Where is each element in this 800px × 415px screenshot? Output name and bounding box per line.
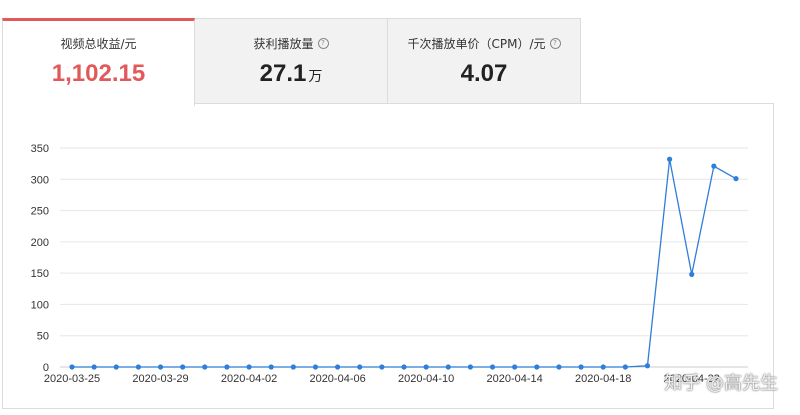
x-tick-label: 2020-04-18 [575, 373, 631, 385]
data-point [290, 364, 296, 370]
tab-value-number: 4.07 [460, 60, 508, 87]
tab-value: 27.1 万 [195, 60, 387, 88]
data-point [512, 364, 518, 370]
data-point [689, 271, 695, 277]
tab-cpm[interactable]: 千次播放单价（CPM）/元 ? 4.07 [387, 18, 581, 104]
y-tick-label: 200 [31, 237, 49, 249]
tab-label: 获利播放量 [253, 37, 314, 51]
data-point [667, 156, 673, 162]
data-point [489, 364, 496, 370]
tab-monetized-views[interactable]: 获利播放量 ? 27.1 万 [194, 18, 388, 104]
data-point [246, 364, 252, 370]
question-icon[interactable]: ? [549, 38, 561, 49]
data-point [379, 364, 385, 370]
data-point [180, 364, 186, 370]
data-point [401, 364, 407, 370]
data-point [578, 364, 584, 370]
data-point [600, 364, 606, 370]
data-point [445, 364, 451, 370]
data-point [224, 364, 230, 370]
tab-value: 4.07 [388, 60, 580, 88]
data-point [733, 176, 739, 182]
x-tick-label: 2020-03-29 [132, 373, 188, 385]
y-tick-label: 250 [31, 206, 49, 218]
x-tick-label: 2020-04-10 [398, 373, 454, 385]
x-tick-label: 2020-04-06 [309, 373, 365, 385]
y-tick-label: 350 [31, 143, 49, 155]
data-point [335, 364, 341, 370]
tab-value: 1,102.15 [3, 60, 194, 88]
data-point [268, 364, 274, 370]
question-icon[interactable]: ? [317, 38, 329, 49]
data-point [312, 364, 319, 370]
data-point [157, 364, 164, 370]
tab-value-number: 1,102.15 [51, 60, 146, 87]
tab-value-number: 27.1 [259, 60, 307, 87]
data-point [556, 364, 562, 370]
x-tick-label: 2020-04-14 [487, 373, 543, 385]
tab-total-revenue[interactable]: 视频总收益/元 1,102.15 [2, 18, 195, 106]
tab-label: 视频总收益/元 [60, 37, 137, 51]
x-tick-label: 2020-03-25 [44, 373, 100, 385]
tab-label-wrap: 视频总收益/元 [3, 35, 194, 52]
data-point [135, 364, 141, 370]
y-tick-label: 150 [31, 268, 49, 280]
x-tick-label: 2020-04-02 [221, 373, 277, 385]
tab-value-unit: 万 [308, 68, 323, 84]
data-point [113, 364, 119, 370]
data-point [357, 364, 363, 370]
data-point [423, 364, 429, 370]
tab-label-wrap: 获利播放量 ? [195, 35, 387, 52]
y-tick-label: 300 [31, 174, 49, 186]
data-point [622, 364, 628, 370]
data-point [534, 364, 540, 370]
data-point [467, 364, 473, 370]
data-point [644, 363, 651, 369]
y-tick-label: 50 [37, 331, 49, 343]
tab-label: 千次播放单价（CPM）/元 [407, 37, 546, 51]
watermark: 知乎 @高先生 [664, 373, 778, 394]
data-point [202, 364, 208, 370]
line-chart: 0501001502002503003502020-03-25 2020-03-2… [31, 143, 748, 385]
data-point [91, 364, 97, 370]
data-point [69, 364, 75, 370]
chart-panel: 0 50 100 150 200 250 300 350 2020-03-25 2020-03-2… [2, 103, 774, 409]
data-point [711, 163, 717, 169]
tab-label-wrap: 千次播放单价（CPM）/元 ? [388, 35, 580, 52]
y-tick-label: 100 [31, 299, 49, 311]
